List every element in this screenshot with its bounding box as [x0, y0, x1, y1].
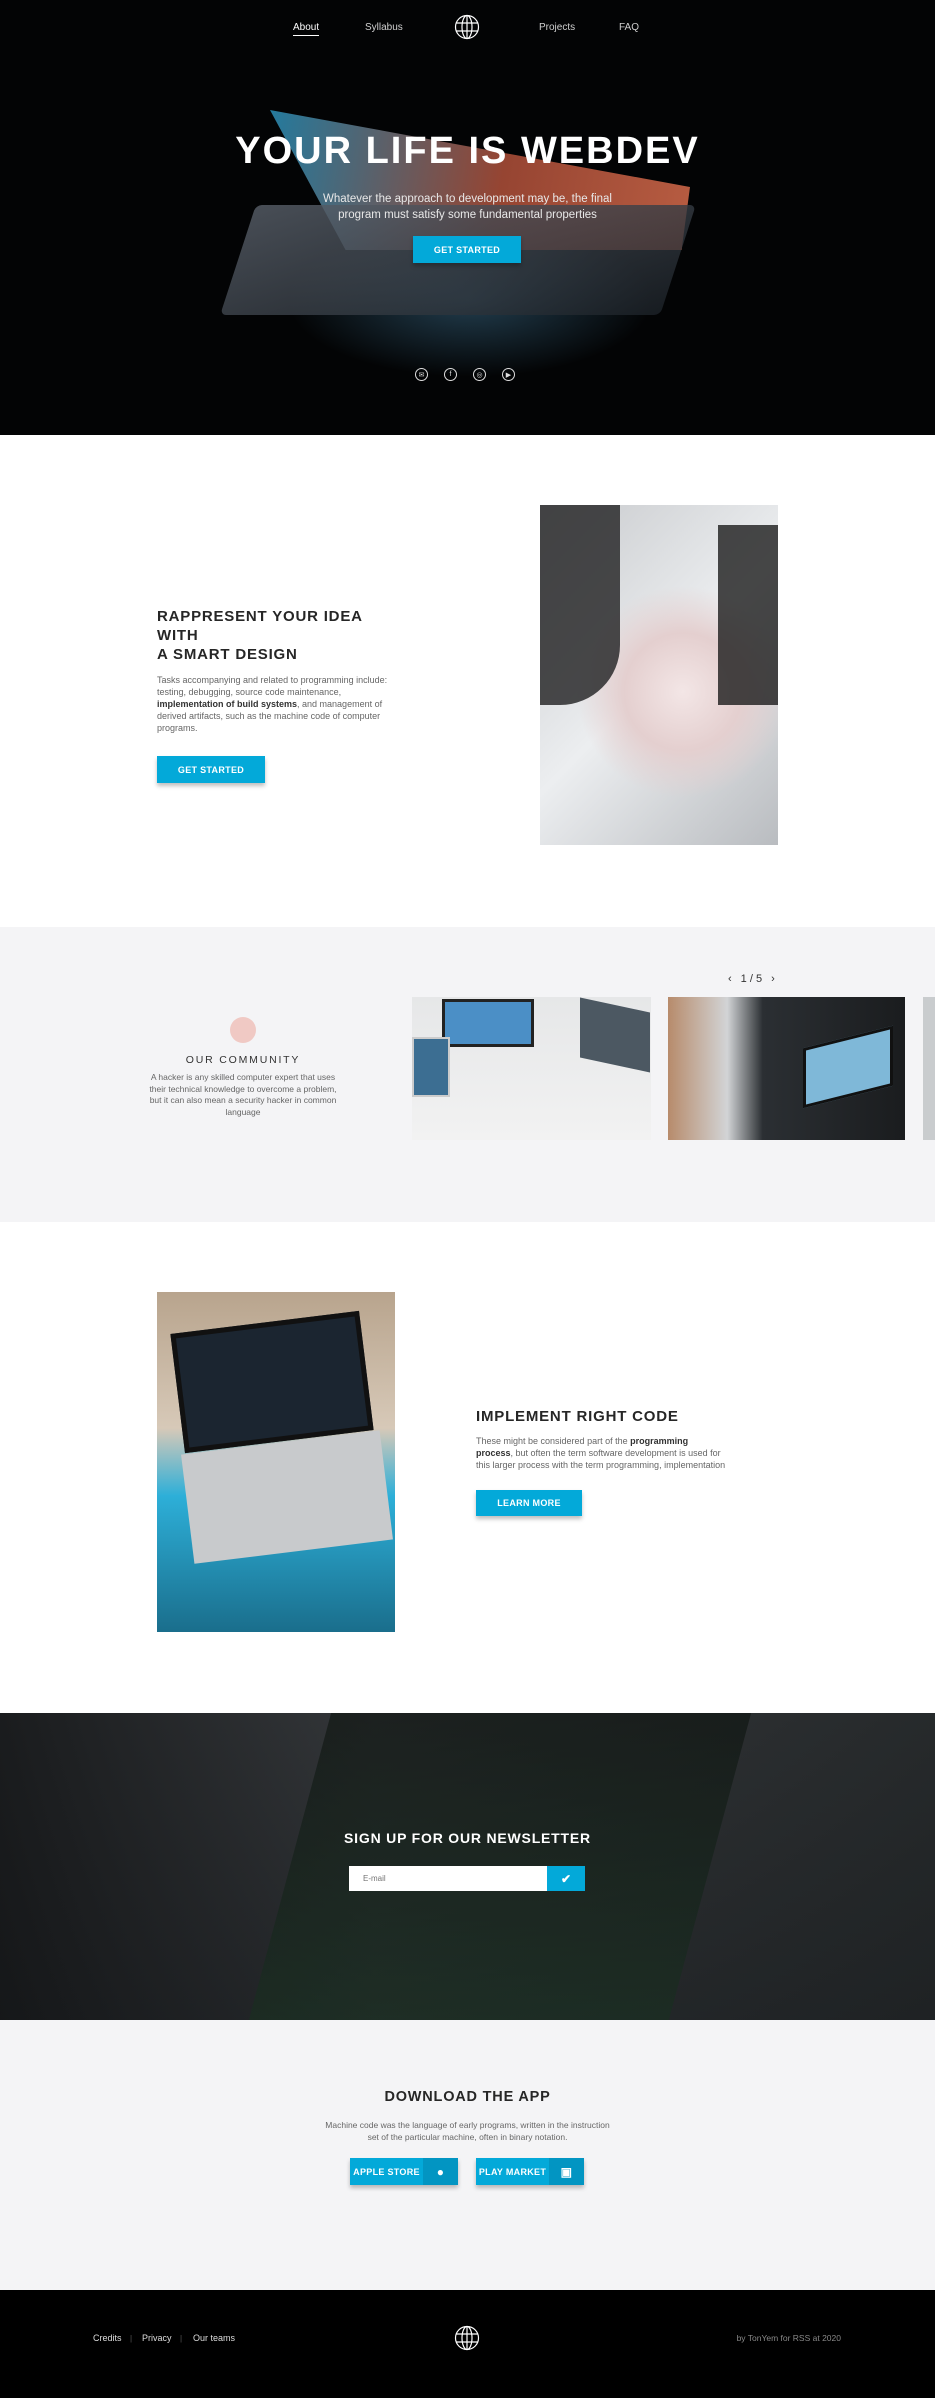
nav-syllabus[interactable]: Syllabus: [365, 22, 403, 33]
code-title: IMPLEMENT RIGHT CODE: [476, 1408, 679, 1425]
community-text: A hacker is any skilled computer expert …: [149, 1072, 337, 1117]
play-market-label: PLAY MARKET: [478, 2166, 547, 2177]
nav-about[interactable]: About: [293, 22, 320, 36]
nav-projects[interactable]: Projects: [539, 22, 575, 33]
hero-section: About Syllabus Projects FAQ YOUR LIFE IS…: [0, 0, 935, 435]
newsletter-form: ✔: [349, 1866, 585, 1891]
apple-store-button[interactable]: APPLE STORE ●: [350, 2158, 458, 2185]
hero-title: YOUR LIFE IS WEBDEV: [235, 130, 700, 172]
code-text: These might be considered part of the pr…: [476, 1436, 726, 1470]
social-links: ✉ f ◎ ▶: [415, 368, 515, 381]
slide-image[interactable]: [668, 997, 905, 1140]
chevron-left-icon[interactable]: ‹: [728, 973, 732, 985]
instagram-icon[interactable]: ◎: [473, 368, 486, 381]
learn-more-button[interactable]: LEARN MORE: [476, 1490, 582, 1516]
community-section: OUR COMMUNITY A hacker is any skilled co…: [0, 927, 935, 1222]
avatar: [230, 1017, 256, 1043]
footer-credit: by TonYem for RSS at 2020: [736, 2333, 841, 2343]
footer: Credits | Privacy | Our teams by TonYem …: [0, 2290, 935, 2398]
footer-our-teams[interactable]: Our teams: [193, 2333, 235, 2343]
divider: |: [180, 2334, 183, 2343]
chevron-right-icon[interactable]: ›: [771, 973, 775, 985]
idea-text: Tasks accompanying and related to progra…: [157, 675, 388, 733]
play-market-button[interactable]: PLAY MARKET ▣: [476, 2158, 584, 2185]
newsletter-section: SIGN UP FOR OUR NEWSLETTER ✔: [0, 1713, 935, 2020]
email-input[interactable]: [349, 1866, 547, 1891]
community-title: OUR COMMUNITY: [185, 1054, 301, 1066]
main-nav: About Syllabus Projects FAQ: [0, 18, 935, 40]
subtitle-line: Whatever the approach to development may…: [323, 193, 612, 205]
get-started-button-2[interactable]: GET STARTED: [157, 756, 265, 783]
slider-controls: ‹ 1 / 5 ›: [728, 973, 775, 985]
android-icon: ▣: [549, 2158, 584, 2185]
nav-faq[interactable]: FAQ: [619, 22, 639, 33]
get-started-button[interactable]: GET STARTED: [413, 236, 521, 263]
footer-privacy[interactable]: Privacy: [142, 2333, 172, 2343]
apple-icon: ●: [423, 2158, 458, 2185]
code-section: IMPLEMENT RIGHT CODE These might be cons…: [0, 1222, 935, 1713]
idea-section: RAPPRESENT YOUR IDEA WITH A SMART DESIGN …: [0, 435, 935, 927]
slide-image[interactable]: [412, 997, 651, 1140]
team-desk-photo: [540, 505, 778, 845]
newsletter-title: SIGN UP FOR OUR NEWSLETTER: [344, 1830, 591, 1846]
download-section: DOWNLOAD THE APP Machine code was the la…: [0, 2020, 935, 2290]
slide-image[interactable]: [923, 997, 935, 1140]
youtube-icon[interactable]: ▶: [502, 368, 515, 381]
check-icon[interactable]: ✔: [547, 1866, 585, 1891]
globe-icon[interactable]: [454, 14, 480, 40]
divider: |: [130, 2334, 133, 2343]
footer-credits[interactable]: Credits: [93, 2333, 122, 2343]
subtitle-line: program must satisfy some fundamental pr…: [338, 209, 597, 221]
download-text: Machine code was the language of early p…: [325, 2120, 610, 2142]
idea-title: RAPPRESENT YOUR IDEA WITH A SMART DESIGN: [157, 608, 363, 663]
coding-laptop-photo: [157, 1292, 395, 1632]
hero-subtitle: Whatever the approach to development may…: [0, 191, 935, 223]
download-title: DOWNLOAD THE APP: [384, 2089, 551, 2105]
slider-counter: 1 / 5: [740, 973, 763, 985]
mail-icon[interactable]: ✉: [415, 368, 428, 381]
apple-store-label: APPLE STORE: [353, 2166, 420, 2177]
facebook-icon[interactable]: f: [444, 368, 457, 381]
globe-icon[interactable]: [454, 2325, 480, 2351]
